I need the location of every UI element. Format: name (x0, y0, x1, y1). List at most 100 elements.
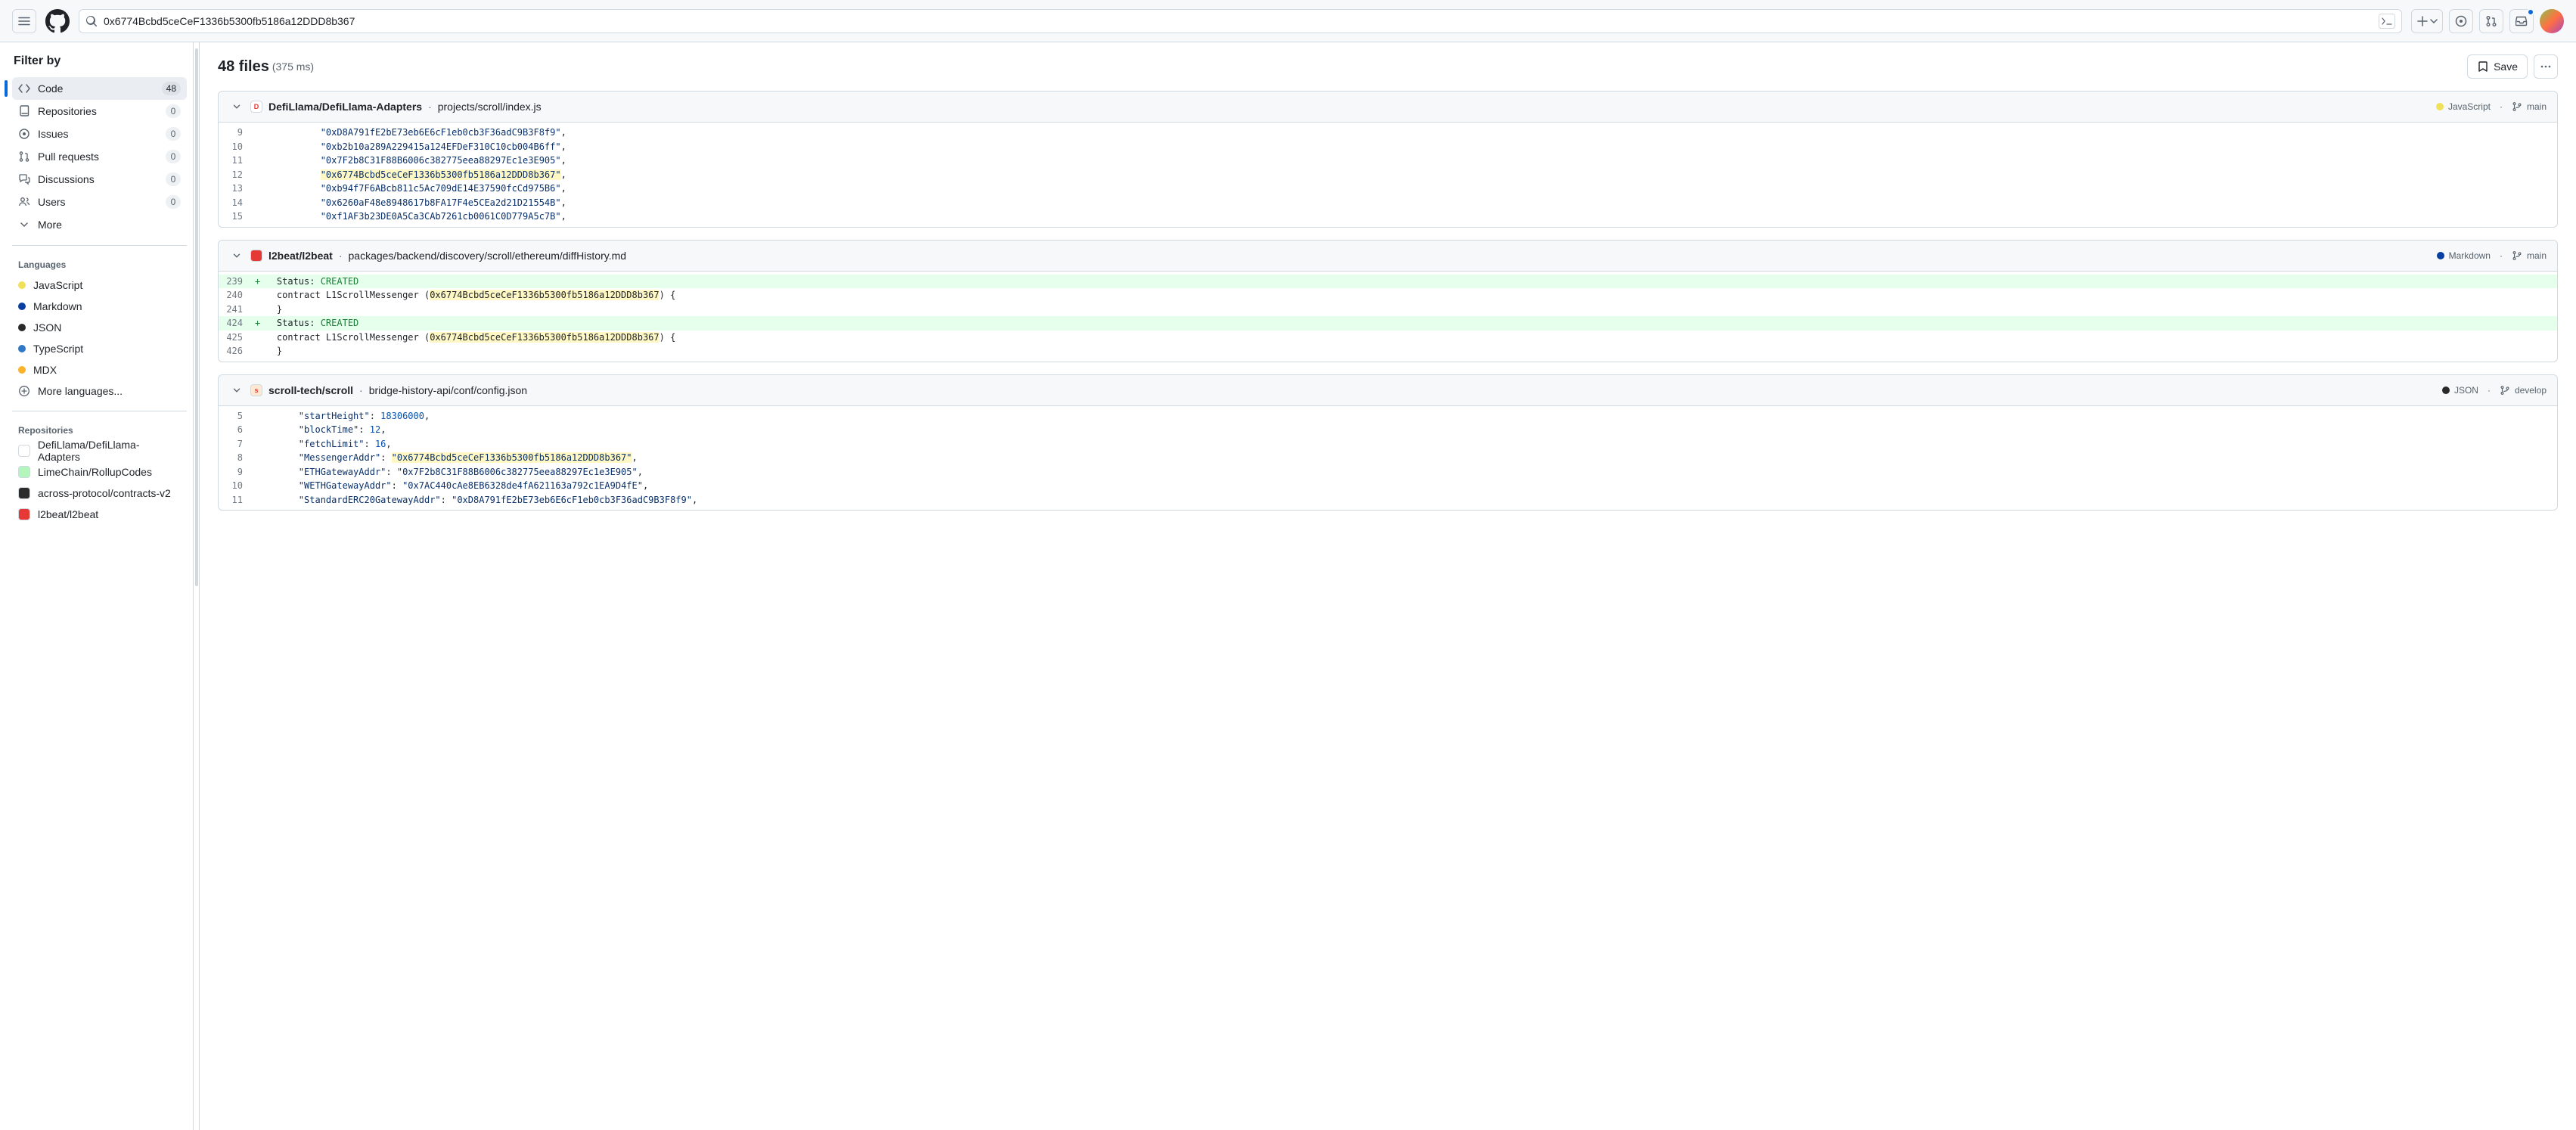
repo-avatar (18, 487, 30, 499)
kebab-icon (2540, 61, 2552, 73)
sidebar-resize-handle[interactable] (194, 42, 200, 1130)
result-file-path[interactable]: bridge-history-api/conf/config.json (369, 384, 527, 396)
line-number: 240 (219, 288, 255, 303)
repo-filter-item[interactable]: DefiLlama/DefiLlama-Adapters (12, 440, 187, 461)
line-number: 11 (219, 154, 255, 168)
code-line-added[interactable]: 424 Status: CREATED (219, 316, 2557, 331)
code-line[interactable]: 15 "0xf1AF3b23DE0A5Ca3CAb7261cb0061C0D77… (219, 210, 2557, 224)
collapse-toggle[interactable] (229, 99, 244, 114)
line-content: "fetchLimit": 16, (255, 437, 392, 452)
save-search-button[interactable]: Save (2467, 54, 2528, 79)
repo-filter-item[interactable]: across-protocol/contracts-v2 (12, 483, 187, 504)
language-markdown[interactable]: Markdown (12, 296, 187, 317)
line-content: "0xf1AF3b23DE0A5Ca3CAb7261cb0061C0D779A5… (255, 210, 566, 224)
sidebar-title: Filter by (12, 54, 187, 68)
result-branch[interactable]: main (2512, 101, 2547, 112)
result-file-path[interactable]: packages/backend/discovery/scroll/ethere… (349, 250, 627, 262)
code-line[interactable]: 241 } (219, 303, 2557, 317)
code-line[interactable]: 13 "0xb94f7F6ABcb811c5Ac709dE14E37590fcC… (219, 182, 2557, 196)
more-languages[interactable]: More languages... (12, 380, 187, 402)
filter-sidebar: Filter by Code 48 Repositories 0 Issues … (0, 42, 194, 1130)
code-line-added[interactable]: 239 Status: CREATED (219, 275, 2557, 289)
search-input[interactable] (104, 15, 2373, 27)
hamburger-menu-button[interactable] (12, 9, 36, 33)
line-content: "WETHGatewayAddr": "0x7AC440cAe8EB6328de… (255, 479, 648, 493)
code-line[interactable]: 11 "StandardERC20GatewayAddr": "0xD8A791… (219, 493, 2557, 508)
line-content: "0x7F2b8C31F88B6006c382775eea88297Ec1e3E… (255, 154, 566, 168)
pull-requests-button[interactable] (2479, 9, 2503, 33)
result-meta: Markdown · main (2437, 250, 2547, 261)
code-line[interactable]: 7 "fetchLimit": 16, (219, 437, 2557, 452)
result-branch[interactable]: develop (2500, 385, 2547, 396)
code-line[interactable]: 9 "0xD8A791fE2bE73eb6E6cF1eb0cb3F36adC9B… (219, 126, 2557, 140)
line-number: 6 (219, 423, 255, 437)
language-label: JavaScript (33, 279, 82, 291)
code-line[interactable]: 9 "ETHGatewayAddr": "0x7F2b8C31F88B6006c… (219, 465, 2557, 480)
filter-discussions[interactable]: Discussions 0 (12, 168, 187, 191)
repo-filter-item[interactable]: l2beat/l2beat (12, 504, 187, 525)
code-line[interactable]: 10 "0xb2b10a289A229415a124EFDeF310C10cb0… (219, 140, 2557, 154)
result-repo-link[interactable]: l2beat/l2beat (268, 250, 333, 262)
result-file-path[interactable]: projects/scroll/index.js (438, 101, 542, 113)
code-line[interactable]: 12 "0x6774Bcbd5ceCeF1336b5300fb5186a12DD… (219, 168, 2557, 182)
user-avatar[interactable] (2540, 9, 2564, 33)
issues-button[interactable] (2449, 9, 2473, 33)
language-json[interactable]: JSON (12, 317, 187, 338)
filter-issues[interactable]: Issues 0 (12, 123, 187, 145)
filter-more[interactable]: More (12, 213, 187, 236)
code-line[interactable]: 426 } (219, 344, 2557, 359)
language-label: JSON (33, 321, 61, 334)
line-content: Status: CREATED (255, 316, 358, 331)
line-content: "startHeight": 18306000, (255, 409, 430, 424)
line-number: 15 (219, 210, 255, 224)
repo-avatar (18, 466, 30, 478)
result-repo-link[interactable]: scroll-tech/scroll (268, 384, 353, 396)
filter-code-label: Code (38, 82, 154, 95)
collapse-toggle[interactable] (229, 383, 244, 398)
line-number: 10 (219, 479, 255, 493)
filter-discussions-label: Discussions (38, 173, 158, 185)
search-bar[interactable] (79, 9, 2402, 33)
code-line[interactable]: 10 "WETHGatewayAddr": "0x7AC440cAe8EB632… (219, 479, 2557, 493)
filter-repositories[interactable]: Repositories 0 (12, 100, 187, 123)
result-meta: JSON · develop (2442, 385, 2547, 396)
inbox-icon (2515, 15, 2528, 27)
result-language: JSON (2442, 385, 2478, 396)
filter-more-label: More (38, 219, 181, 231)
language-color-dot (18, 324, 26, 331)
language-mdx[interactable]: MDX (12, 359, 187, 380)
line-content: contract L1ScrollMessenger (0x6774Bcbd5c… (255, 331, 675, 345)
issue-icon (2455, 15, 2467, 27)
filter-code[interactable]: Code 48 (12, 77, 187, 100)
line-number: 241 (219, 303, 255, 317)
code-line[interactable]: 8 "MessengerAddr": "0x6774Bcbd5ceCeF1336… (219, 451, 2557, 465)
language-javascript[interactable]: JavaScript (12, 275, 187, 296)
language-color-dot (2436, 103, 2444, 110)
collapse-toggle[interactable] (229, 248, 244, 263)
git-pull-request-icon (2485, 15, 2497, 27)
filter-users[interactable]: Users 0 (12, 191, 187, 213)
line-content: "0xb2b10a289A229415a124EFDeF310C10cb004B… (255, 140, 566, 154)
more-languages-label: More languages... (38, 385, 123, 397)
result-repo-link[interactable]: DefiLlama/DefiLlama-Adapters (268, 101, 422, 113)
line-number: 239 (219, 275, 255, 289)
code-line[interactable]: 11 "0x7F2b8C31F88B6006c382775eea88297Ec1… (219, 154, 2557, 168)
more-options-button[interactable] (2534, 54, 2558, 79)
repo-icon (18, 105, 30, 117)
github-logo[interactable] (45, 9, 70, 33)
result-branch[interactable]: main (2512, 250, 2547, 261)
command-palette-icon[interactable] (2379, 14, 2395, 29)
create-new-button[interactable] (2411, 9, 2443, 33)
repo-filter-item[interactable]: LimeChain/RollupCodes (12, 461, 187, 483)
code-line[interactable]: 6 "blockTime": 12, (219, 423, 2557, 437)
code-line[interactable]: 14 "0x6260aF48e8948617b8FA17F4e5CEa2d21D… (219, 196, 2557, 210)
language-label: TypeScript (33, 343, 83, 355)
filter-pull-requests[interactable]: Pull requests 0 (12, 145, 187, 168)
code-icon (18, 82, 30, 95)
repo-avatar (18, 445, 30, 457)
code-line[interactable]: 240 contract L1ScrollMessenger (0x6774Bc… (219, 288, 2557, 303)
code-line[interactable]: 5 "startHeight": 18306000, (219, 409, 2557, 424)
inbox-button[interactable] (2509, 9, 2534, 33)
language-typescript[interactable]: TypeScript (12, 338, 187, 359)
code-line[interactable]: 425 contract L1ScrollMessenger (0x6774Bc… (219, 331, 2557, 345)
